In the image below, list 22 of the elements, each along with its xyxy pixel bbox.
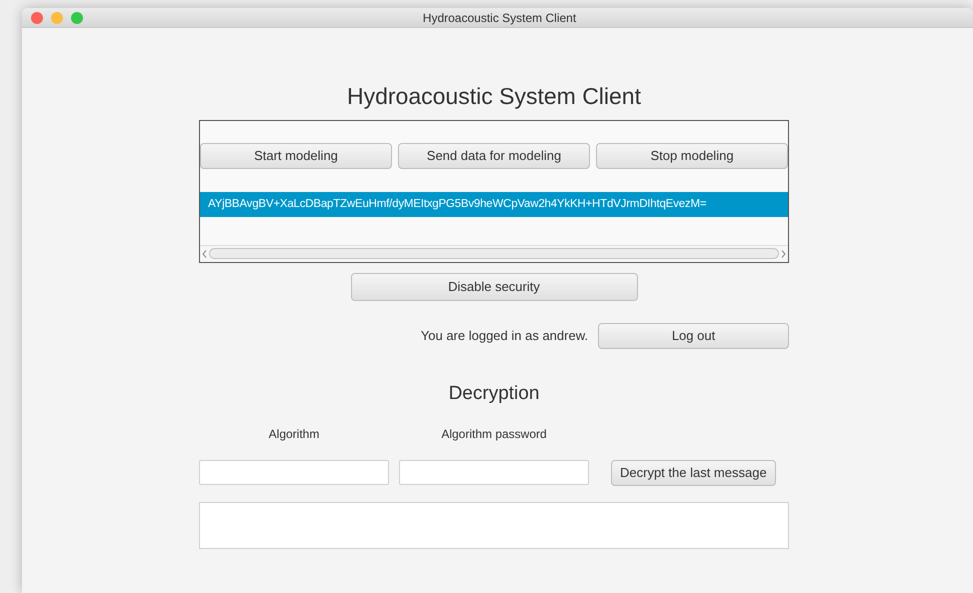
disable-security-button[interactable]: Disable security <box>350 273 638 301</box>
field-label: Algorithm <box>268 426 320 442</box>
scroll-right-icon[interactable] <box>781 250 786 258</box>
section-heading: Decryption <box>448 382 540 406</box>
modeling-button[interactable]: Start modeling <box>200 143 392 169</box>
window-title: Hydroacoustic System Client <box>422 10 578 26</box>
minimize-button[interactable] <box>51 12 63 24</box>
login-status: You are logged in as andrew. <box>420 327 588 346</box>
output-area[interactable] <box>199 502 789 548</box>
modeling-button[interactable]: Stop modeling <box>596 143 788 169</box>
horizontal-scrollbar[interactable] <box>200 245 788 261</box>
app-heading: Hydroacoustic System Client <box>346 82 642 110</box>
modeling-button[interactable]: Send data for modeling <box>398 143 590 169</box>
decrypt-button[interactable]: Decrypt the last message <box>611 460 776 486</box>
field-label: Algorithm password <box>440 426 548 442</box>
scroll-left-icon[interactable] <box>202 250 207 258</box>
scrollbar-thumb[interactable] <box>209 248 779 259</box>
log-out-button[interactable]: Log out <box>598 323 789 349</box>
zoom-button[interactable] <box>71 12 83 24</box>
input-field[interactable] <box>399 460 589 485</box>
close-button[interactable] <box>31 12 43 24</box>
input-field[interactable] <box>199 460 389 485</box>
